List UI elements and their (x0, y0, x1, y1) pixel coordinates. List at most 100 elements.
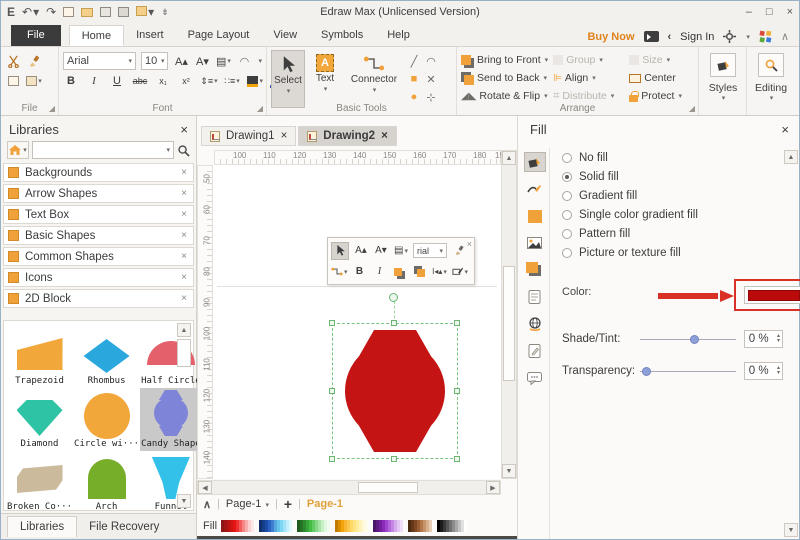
format-painter-icon[interactable] (26, 53, 42, 69)
italic-icon[interactable]: I (86, 73, 102, 89)
settings-dropdown-icon[interactable]: ▾ (746, 33, 750, 41)
library-item-2d-block[interactable]: 2D Block× (3, 289, 194, 308)
collapse-ribbon-icon[interactable]: ∧ (781, 30, 789, 43)
strikethrough-icon[interactable]: abc (132, 73, 148, 89)
increase-font-icon[interactable]: A▴ (173, 53, 189, 69)
tab-view[interactable]: View (261, 25, 309, 46)
tab-help[interactable]: Help (375, 25, 422, 46)
share-icon[interactable]: ‹ (668, 31, 672, 43)
select-tool-button[interactable]: Select ▾ (271, 50, 305, 108)
font-size-combo[interactable]: 10▾ (141, 52, 169, 70)
shape-arch[interactable]: Arch (73, 451, 140, 514)
size-button[interactable]: Size▾ (629, 52, 694, 68)
shape-circle-with-scallops[interactable]: Circle wi··· (73, 388, 140, 451)
tab-file-recovery[interactable]: File Recovery (77, 517, 171, 537)
line-style-icon[interactable] (524, 179, 546, 199)
active-page-tab[interactable]: Page-1 (307, 498, 343, 510)
radio-gradient-fill[interactable]: Gradient fill (562, 186, 783, 205)
maximize-button[interactable]: □ (766, 6, 773, 18)
library-close-icon[interactable]: × (181, 167, 187, 178)
shape-broken-corner[interactable]: Broken Co··· (6, 451, 73, 514)
protect-button[interactable]: Protect▾ (629, 88, 694, 104)
arc-tool-icon[interactable]: ◠ (423, 53, 439, 69)
distribute-button[interactable]: ⌗Distribute▾ (553, 88, 625, 104)
mini-italic-icon[interactable]: I (372, 264, 388, 280)
editing-button[interactable]: Editing ▾ (751, 50, 791, 102)
radio-pattern-fill[interactable]: Pattern fill (562, 224, 783, 243)
candy-shape[interactable] (340, 330, 450, 452)
tab-file[interactable]: File (11, 25, 61, 46)
rectangle-tool-icon[interactable]: ■ (406, 71, 422, 87)
align-button[interactable]: ⊫Align▾ (553, 70, 625, 86)
font-group-launcher[interactable]: ◢ (257, 104, 263, 113)
fill-panel-scrollbar[interactable]: ▲ ▼ (784, 150, 798, 537)
subscript-icon[interactable]: x₁ (155, 73, 171, 89)
hyperlink-globe-icon[interactable] (524, 314, 546, 334)
undo-button[interactable]: ↶▾ (22, 5, 39, 19)
library-close-icon[interactable]: × (181, 230, 187, 241)
library-item-backgrounds[interactable]: Backgrounds× (3, 163, 194, 182)
selection-handle-n[interactable] (391, 320, 397, 326)
library-item-basic-shapes[interactable]: Basic Shapes× (3, 226, 194, 245)
mini-decrease-font-icon[interactable]: A▾ (373, 243, 389, 259)
line-tool-icon[interactable]: ╱ (406, 53, 422, 69)
shade-tint-slider[interactable] (640, 339, 736, 340)
floating-toolbar-close-icon[interactable]: × (467, 239, 472, 249)
library-item-text-box[interactable]: Text Box× (3, 205, 194, 224)
picture-format-icon[interactable] (524, 233, 546, 253)
mini-connector-icon[interactable]: ▾ (331, 264, 348, 280)
print-button[interactable] (118, 7, 129, 17)
canvas-scroll-right-icon[interactable]: ▶ (486, 481, 500, 494)
shape-diamond[interactable]: Diamond (6, 388, 73, 451)
selection-handle-nw[interactable] (329, 320, 335, 326)
tab-symbols[interactable]: Symbols (309, 25, 375, 46)
library-item-common-shapes[interactable]: Common Shapes× (3, 247, 194, 266)
libraries-panel-close-icon[interactable]: × (180, 122, 188, 137)
panel-scroll-down-icon[interactable]: ▼ (784, 523, 798, 537)
library-item-arrow-shapes[interactable]: Arrow Shapes× (3, 184, 194, 203)
template-button[interactable]: ▾ (136, 5, 154, 19)
mini-format-painter-icon[interactable] (451, 243, 467, 259)
mini-bold-icon[interactable]: B (352, 264, 368, 280)
mini-fill-style-icon[interactable]: ▾ (452, 264, 469, 280)
note-format-icon[interactable] (524, 287, 546, 307)
send-to-back-button[interactable]: Send to Back▾ (461, 70, 549, 86)
text-curve-icon[interactable]: ◠ (236, 53, 252, 69)
library-close-icon[interactable]: × (181, 251, 187, 262)
bring-to-front-button[interactable]: Bring to Front▾ (461, 52, 549, 68)
mini-text-fit-icon[interactable]: I◂▴▾ (432, 264, 448, 280)
underline-icon[interactable]: U (109, 73, 125, 89)
doc-tab-close-icon[interactable]: × (381, 130, 388, 142)
save-button[interactable] (100, 7, 111, 17)
canvas-scroll-left-icon[interactable]: ◀ (198, 481, 212, 494)
new-document-button[interactable] (63, 7, 74, 17)
shade-tint-spinbox[interactable]: 0 % ▴▾ (744, 330, 783, 348)
canvas-horizontal-scrollbar[interactable]: ◀ ▶ (197, 480, 501, 495)
color-palette-strip[interactable] (221, 520, 467, 532)
gallery-scroll-thumb[interactable] (177, 339, 191, 367)
canvas-vertical-scrollbar[interactable]: ▲ ▼ (501, 150, 517, 479)
doc-tab-drawing1[interactable]: Drawing1× (201, 126, 296, 146)
selection-handle-w[interactable] (329, 388, 335, 394)
app-logo-icon[interactable]: E (7, 5, 15, 19)
mini-bring-front-icon[interactable] (392, 264, 408, 280)
gallery-scroll-up-icon[interactable]: ▲ (177, 323, 191, 337)
canvas-hscroll-thumb[interactable] (358, 482, 418, 493)
radio-picture-texture-fill[interactable]: Picture or texture fill (562, 243, 783, 262)
pinwheel-icon[interactable] (759, 30, 772, 43)
transparency-slider[interactable] (640, 371, 736, 372)
file-group-launcher[interactable]: ◢ (49, 104, 55, 113)
mini-increase-font-icon[interactable]: A▴ (353, 243, 369, 259)
library-item-icons[interactable]: Icons× (3, 268, 194, 287)
library-search-input[interactable]: ▾ (32, 141, 174, 159)
media-icon[interactable] (644, 31, 659, 42)
comment-icon[interactable] (524, 368, 546, 388)
text-tool-button[interactable]: A Text ▾ (308, 50, 342, 108)
tab-libraries[interactable]: Libraries (7, 516, 77, 537)
radio-solid-fill[interactable]: Solid fill (562, 167, 783, 186)
collapse-pagebar-icon[interactable]: ∧ (203, 498, 211, 511)
customize-qat-button[interactable]: ⇟ (161, 7, 169, 18)
connector-tool-button[interactable]: Connector ▾ (345, 50, 403, 108)
shadow-format-icon[interactable] (524, 260, 546, 280)
library-close-icon[interactable]: × (181, 293, 187, 304)
